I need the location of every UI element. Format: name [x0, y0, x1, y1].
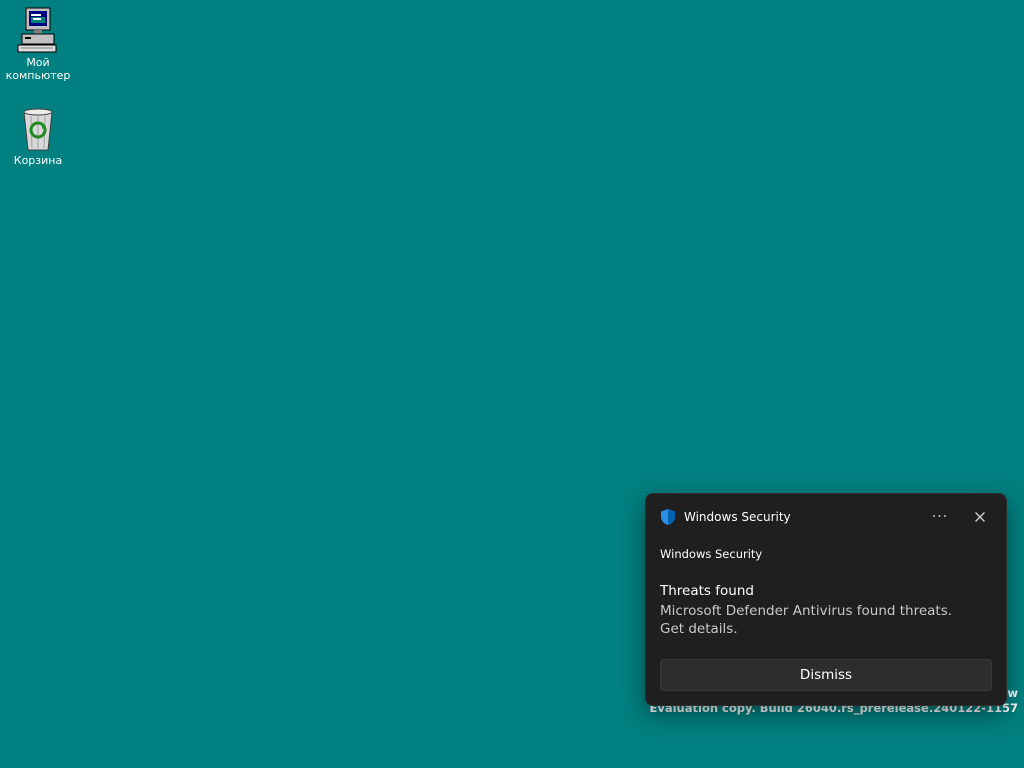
- desktop-icon-label: Мой компьютер: [5, 56, 71, 82]
- notification-attribution: Windows Security: [660, 547, 763, 561]
- recycle-bin-icon: [23, 108, 53, 151]
- notification-app-name: Windows Security: [684, 510, 791, 524]
- dismiss-button[interactable]: Dismiss: [660, 659, 992, 691]
- notification-header: Windows Security ···: [660, 507, 994, 527]
- desktop-icon-recycle-bin[interactable]: Корзина: [0, 104, 76, 167]
- notification-title: Threats found: [660, 583, 754, 599]
- desktop-icon-my-computer[interactable]: Мой компьютер: [0, 6, 76, 82]
- more-options-button[interactable]: ···: [926, 506, 954, 528]
- my-computer-icon: [17, 7, 57, 53]
- shield-icon: [661, 509, 675, 525]
- desktop[interactable]: Мой компьютер Корзина ew Evaluation copy…: [0, 0, 1024, 768]
- close-icon: [975, 512, 985, 522]
- notification-body: Microsoft Defender Antivirus found threa…: [660, 603, 953, 637]
- desktop-icon-label: Корзина: [13, 154, 63, 167]
- more-icon: ···: [931, 509, 949, 525]
- close-button[interactable]: [966, 506, 994, 528]
- security-notification[interactable]: Windows Security ··· Windows Security Th…: [645, 493, 1007, 706]
